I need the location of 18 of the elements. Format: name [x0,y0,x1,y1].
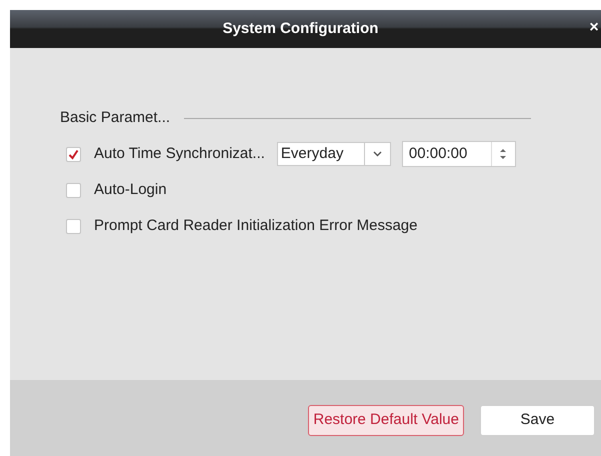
save-button[interactable]: Save [480,404,595,436]
frequency-dropdown[interactable]: Everyday [276,142,391,166]
checkbox[interactable] [66,182,81,198]
checkbox[interactable] [66,218,81,234]
checkbox[interactable] [66,146,81,162]
section-title: Basic Paramet... [60,108,170,128]
checkmark-icon [68,148,79,160]
spinner-arrows-icon[interactable] [499,147,508,161]
time-field[interactable]: 00:00:00 [402,141,516,167]
restore-default-button[interactable]: Restore Default Value [308,404,464,436]
option-label: Auto-Login [94,180,167,200]
chevron-down-icon [372,151,382,157]
dropdown-value: Everyday [280,144,344,164]
option-label: Auto Time Synchronizat... [94,144,265,164]
close-button[interactable]: × [587,20,601,36]
time-value: 00:00:00 [408,144,468,164]
window-title: System Configuration [222,18,380,39]
option-label: Prompt Card Reader Initialization Error Message [94,216,418,236]
